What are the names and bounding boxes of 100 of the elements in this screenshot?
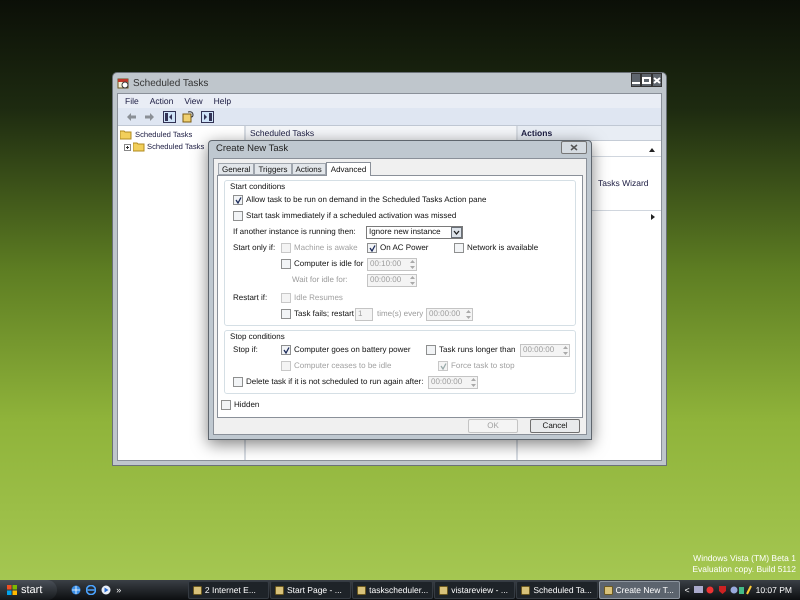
expand-arrow-icon (651, 214, 655, 220)
maximize-button[interactable] (641, 73, 652, 87)
time-value: 00:00:00 (523, 344, 554, 356)
taskbar-button[interactable]: Scheduled Ta... (516, 581, 598, 599)
browser-e-icon (86, 585, 96, 595)
checkbox-label: Machine is awake (294, 242, 358, 254)
checkbox[interactable] (454, 243, 464, 253)
folder-icon (133, 142, 145, 152)
maximize-icon (642, 76, 651, 84)
checkbox[interactable] (426, 345, 436, 355)
group-title: Stop conditions (230, 332, 285, 341)
tab[interactable]: Triggers (254, 163, 292, 175)
dropdown-value: Ignore new instance (369, 226, 441, 238)
menu-item[interactable]: Action (150, 94, 174, 108)
checkbox[interactable] (221, 400, 231, 410)
spin-arrows-icon (470, 376, 477, 388)
app-icon (357, 586, 366, 594)
checkbox[interactable] (281, 259, 291, 269)
browser-e-launch-button[interactable] (86, 585, 96, 595)
checkbox-label: Allow task to be run on demand in the Scheduled Tasks Action pane (246, 194, 486, 206)
checkbox-label: Idle Resumes (294, 292, 343, 304)
close-button[interactable] (652, 73, 662, 87)
spin-arrows-icon (409, 274, 416, 286)
field-label: If another instance is running then: (233, 226, 357, 238)
tray-icons-drawing (694, 585, 752, 595)
check-mark-icon (234, 196, 242, 204)
minimize-icon (632, 82, 640, 84)
checkbox-label: Task runs longer than (439, 344, 516, 356)
overflow-chevron[interactable]: » (116, 586, 122, 594)
taskbar-button[interactable]: Create New T... (598, 581, 680, 599)
close-icon (653, 76, 661, 84)
globe-launch-button[interactable] (71, 585, 82, 595)
app-icon (439, 586, 448, 594)
checkbox-label: Hidden (234, 399, 260, 411)
field-label: Wait for idle for: (292, 274, 349, 286)
menu-item[interactable]: Help (214, 94, 232, 108)
tab[interactable]: General (218, 163, 254, 175)
dialog-button[interactable]: Cancel (530, 419, 580, 433)
menu-item[interactable]: File (125, 94, 139, 108)
collapse-arrow-icon (649, 148, 655, 152)
checkbox-label: Start task immediately if a scheduled activation was missed (246, 210, 456, 222)
app-icon (192, 586, 202, 594)
close-button[interactable] (561, 141, 587, 154)
checkbox-label: Delete task if it is not scheduled to run again after: (246, 376, 424, 388)
time-value: 00:10:00 (370, 258, 402, 270)
tray-expand-button[interactable]: < (684, 584, 690, 596)
time-value: 00:00:00 (431, 376, 462, 388)
dialog-title: Create New Task (215, 142, 290, 156)
checkbox-label: Network is available (467, 242, 538, 254)
minimize-button[interactable] (631, 73, 641, 87)
taskbar-button[interactable]: taskscheduler... (352, 581, 434, 599)
close-icon (570, 144, 578, 151)
app-icon (604, 586, 612, 594)
start-button[interactable]: start (0, 580, 58, 600)
checkbox[interactable] (233, 377, 243, 387)
time-value: 00:00:00 (429, 308, 460, 320)
checkbox-label: Computer ceases to be idle (294, 360, 392, 372)
watermark-text: Evaluation copy. Build 5112 (692, 564, 796, 575)
dropdown[interactable]: Ignore new instance (366, 226, 463, 238)
field-label: Start only if: (233, 242, 276, 254)
time-value: 00:00:00 (370, 274, 402, 286)
checkbox[interactable] (281, 345, 291, 355)
play-launch-button[interactable] (101, 585, 112, 595)
checkbox-label: Computer goes on battery power (294, 344, 411, 356)
back-arrow-icon (125, 110, 138, 122)
spin-arrows-icon (465, 308, 472, 320)
taskbar-button[interactable]: vistareview - ... (434, 581, 516, 599)
app-icon (275, 586, 284, 594)
tab[interactable]: Actions (292, 163, 326, 175)
clock: 10:07 PM (756, 584, 793, 596)
pane-toggle-button[interactable] (162, 110, 177, 124)
check-mark-icon (440, 362, 446, 370)
actions-header: Actions (518, 126, 661, 141)
window-title: Scheduled Tasks (133, 76, 210, 90)
checkbox[interactable] (281, 309, 291, 319)
field-label: time(s) every (377, 308, 424, 320)
action-link[interactable]: Tasks Wizard (598, 177, 661, 190)
pane-header: Scheduled Tasks (246, 126, 516, 141)
field-label: Stop if: (233, 344, 259, 356)
pane-toggle-button[interactable] (200, 110, 215, 124)
group-title: Start conditions (230, 182, 286, 191)
forward-arrow-icon (144, 110, 157, 122)
taskbar-button[interactable]: Start Page - ... (270, 581, 352, 599)
app-icon (521, 586, 530, 594)
pane-toggle-icon (201, 110, 214, 122)
pane-toggle-icon (163, 110, 176, 122)
tab[interactable]: Advanced (326, 162, 372, 176)
spin-arrows-icon (562, 344, 569, 356)
windows-logo-icon (6, 584, 18, 596)
play-icon (101, 585, 112, 595)
menu-item[interactable]: View (184, 94, 203, 108)
checkbox-label: Task fails; restart (294, 308, 354, 320)
checkbox[interactable] (233, 211, 243, 221)
checkbox[interactable] (367, 243, 377, 253)
taskbar-button[interactable]: 2 Internet E... (188, 581, 269, 599)
checkbox-label: Force task to stop (451, 360, 515, 372)
open-folder-icon (120, 130, 132, 140)
checkbox[interactable] (233, 195, 243, 205)
checkbox-label: On AC Power (380, 242, 428, 254)
check-mark-icon (368, 244, 376, 252)
